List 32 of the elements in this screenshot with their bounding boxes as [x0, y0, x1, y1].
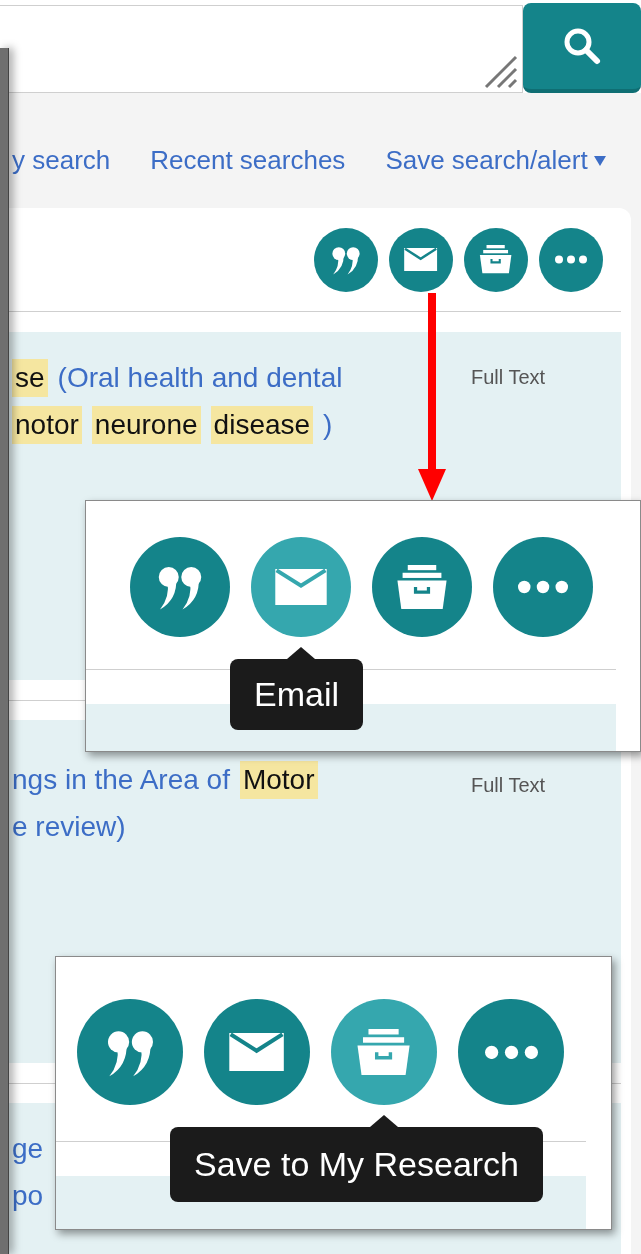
- result-title-link[interactable]: e review): [12, 803, 126, 850]
- tooltip: Save to My Research: [170, 1127, 544, 1202]
- link[interactable]: y search: [12, 141, 111, 180]
- highlighted-term: se: [12, 358, 48, 397]
- envelope-icon: [275, 569, 327, 605]
- envelope-icon: [404, 248, 438, 271]
- search-field[interactable]: [0, 5, 523, 93]
- result-title-link[interactable]: ge: [12, 1125, 44, 1172]
- result-title-link[interactable]: (Oral health and dental: [57, 354, 343, 401]
- highlighted-term: notor: [12, 405, 82, 444]
- file-box-icon: [479, 245, 513, 274]
- file-box-icon: [356, 1028, 412, 1076]
- highlighted-term: disease: [210, 405, 314, 444]
- more-icon: [518, 580, 568, 594]
- search-icon: [562, 26, 602, 66]
- result-title-link[interactable]: ): [323, 401, 333, 448]
- full-text-link[interactable]: Full Text: [471, 354, 621, 401]
- resize-grip-icon: [484, 55, 518, 89]
- file-box-icon: [396, 565, 448, 609]
- caret-icon: [593, 155, 606, 166]
- search-button[interactable]: [523, 3, 641, 93]
- more-icon: [555, 255, 587, 264]
- more-icon: [484, 1044, 538, 1060]
- result-title-link[interactable]: po: [12, 1172, 44, 1219]
- link[interactable]: Recent searches: [150, 141, 346, 180]
- full-text-link[interactable]: Full Text: [471, 762, 621, 809]
- link[interactable]: Save search/alert: [385, 141, 606, 180]
- highlighted-term: Motor: [239, 760, 318, 799]
- tooltip: Email: [230, 659, 364, 730]
- envelope-icon: [229, 1032, 285, 1072]
- result-title-link[interactable]: ngs in the Area of: [12, 756, 230, 803]
- highlighted-term: neurone: [91, 405, 201, 444]
